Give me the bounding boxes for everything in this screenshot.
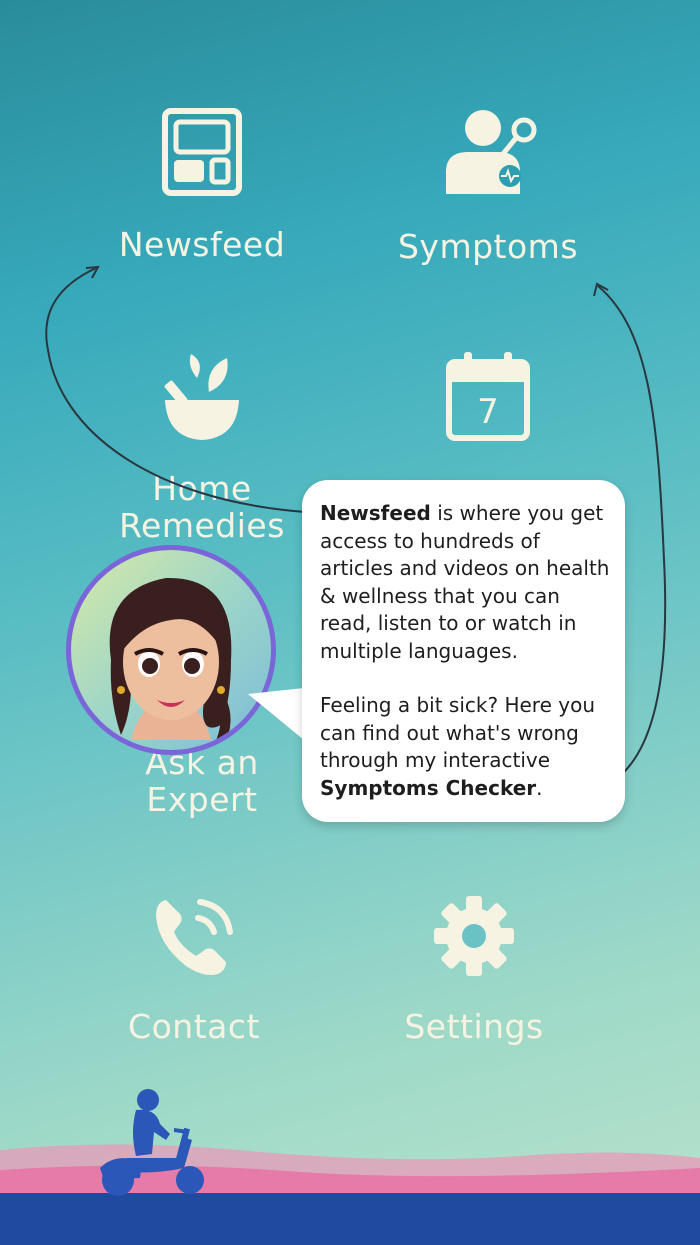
tooltip-text-3: . [536,775,543,800]
ground-road [0,1193,700,1245]
newsfeed-icon [162,108,242,196]
menu-label-symptoms: Symptoms [397,227,579,266]
menu-label-newsfeed: Newsfeed [118,225,286,264]
menu-item-symptoms[interactable]: Symptoms [338,108,638,265]
menu-item-settings[interactable]: Settings [324,894,624,1045]
bowl-leaf-icon [164,354,239,440]
arrowhead-symptoms [593,282,609,297]
tooltip-text-1: is where you get access to hundreds of a… [320,501,610,663]
menu-label-settings: Settings [404,1007,544,1046]
arrowhead-newsfeed [85,265,100,279]
tooltip-bold-newsfeed: Newsfeed [320,501,431,525]
tooltip-text-2: Feeling a bit sick? Here you can find ou… [320,693,595,772]
assistant-avatar [66,545,276,755]
menu-label-contact: Contact [128,1007,260,1046]
phone-icon [156,899,233,975]
tooltip-bold-symptoms: Symptoms Checker [320,775,537,800]
menu-item-newsfeed[interactable]: Newsfeed [52,108,352,263]
tooltip-paragraph-2: Feeling a bit sick? Here you can find ou… [320,692,615,802]
assistant-face [109,577,232,749]
gear-icon [434,896,514,976]
menu-item-calendar[interactable]: 7 [338,350,638,442]
scooter-rider-icon [100,1089,204,1196]
symptoms-icon [446,110,537,194]
calendar-icon: 7 [446,352,530,441]
tooltip-bubble: Newsfeed is where you get access to hund… [302,480,625,822]
tooltip-paragraph-1: Newsfeed is where you get access to hund… [320,500,615,665]
menu-item-contact[interactable]: Contact [44,894,344,1045]
calendar-day-number: 7 [477,392,499,432]
